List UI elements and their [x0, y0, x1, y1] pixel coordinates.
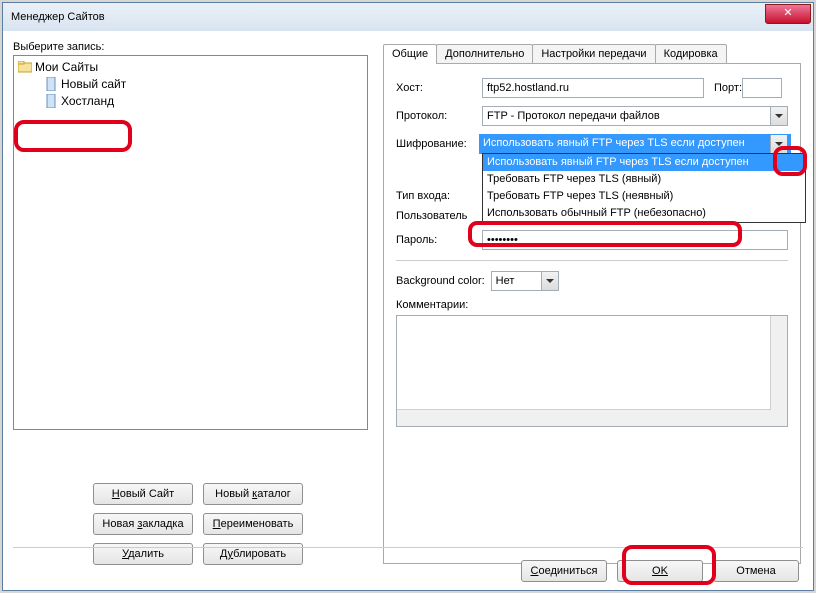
- user-label: Пользователь: [396, 210, 482, 222]
- scrollbar-horizontal[interactable]: [397, 409, 771, 426]
- bgcolor-select[interactable]: Нет: [491, 271, 559, 291]
- dropdown-arrow-icon[interactable]: [770, 107, 787, 125]
- logon-label: Тип входа:: [396, 190, 482, 202]
- site-buttons: Новый Сайт Новый каталог Новая закладка …: [93, 483, 303, 565]
- tree-root-label: Мои Сайты: [35, 60, 98, 74]
- new-site-label: овый Сайт: [120, 488, 174, 500]
- encryption-value: Использовать явный FTP через TLS если до…: [479, 134, 791, 154]
- encryption-option[interactable]: Использовать явный FTP через TLS если до…: [483, 154, 805, 171]
- close-button[interactable]: ✕: [765, 4, 811, 24]
- connect-button[interactable]: Соединиться: [521, 560, 607, 582]
- tab-charset[interactable]: Кодировка: [655, 44, 727, 63]
- row-protocol: Протокол: FTP - Протокол передачи файлов: [396, 106, 788, 126]
- select-entry-label: Выберите запись:: [13, 41, 373, 53]
- host-label: Хост:: [396, 82, 482, 94]
- protocol-label: Протокол:: [396, 110, 482, 122]
- port-input[interactable]: [742, 78, 782, 98]
- tree-item-new-site[interactable]: Новый сайт: [14, 75, 367, 92]
- password-input[interactable]: [482, 230, 788, 250]
- tree-item-hostland[interactable]: Хостланд: [14, 92, 367, 109]
- footer-divider: [13, 547, 803, 548]
- folder-icon: [18, 60, 32, 74]
- tab-body-general: Хост: Порт: Протокол: FTP - Протокол пер…: [383, 64, 801, 564]
- tab-transfer[interactable]: Настройки передачи: [532, 44, 655, 63]
- window-title: Менеджер Сайтов: [3, 11, 105, 23]
- row-comments: Комментарии:: [396, 299, 788, 427]
- tab-general[interactable]: Общие: [383, 44, 437, 64]
- site-tree[interactable]: Мои Сайты Новый сайт Хостланд: [13, 55, 368, 430]
- comments-label: Комментарии:: [396, 299, 468, 311]
- ok-button[interactable]: OK: [617, 560, 703, 582]
- new-site-button[interactable]: Новый Сайт: [93, 483, 193, 505]
- row-bgcolor: Background color: Нет: [396, 271, 788, 291]
- row-encryption: Шифрование: Использовать явный FTP через…: [396, 134, 788, 154]
- cancel-button[interactable]: Отмена: [713, 560, 799, 582]
- password-label: Пароль:: [396, 234, 482, 246]
- protocol-select[interactable]: FTP - Протокол передачи файлов: [482, 106, 788, 126]
- new-bookmark-button[interactable]: Новая закладка: [93, 513, 193, 535]
- encryption-select[interactable]: Использовать явный FTP через TLS если до…: [482, 134, 788, 154]
- dropdown-arrow-icon[interactable]: [770, 135, 787, 153]
- tree-item-label: Новый сайт: [61, 77, 126, 91]
- left-pane: Выберите запись: Мои Сайты Новый сайт: [13, 41, 373, 430]
- bgcolor-value: Нет: [496, 275, 515, 287]
- divider: [396, 260, 788, 261]
- new-folder-button[interactable]: Новый каталог: [203, 483, 303, 505]
- encryption-option[interactable]: Требовать FTP через TLS (неявный): [483, 188, 805, 205]
- row-password: Пароль:: [396, 230, 788, 250]
- titlebar[interactable]: Менеджер Сайтов ✕: [3, 3, 813, 32]
- dropdown-arrow-icon[interactable]: [541, 272, 558, 290]
- server-icon: [44, 94, 58, 108]
- rename-button[interactable]: Переименовать: [203, 513, 303, 535]
- port-label: Порт:: [714, 82, 742, 94]
- footer-buttons: Соединиться OK Отмена: [521, 560, 799, 582]
- tab-advanced[interactable]: Дополнительно: [436, 44, 533, 63]
- bgcolor-label: Background color:: [396, 275, 485, 287]
- encryption-label: Шифрование:: [396, 138, 482, 150]
- host-input[interactable]: [482, 78, 704, 98]
- tree-item-label: Хостланд: [61, 94, 114, 108]
- server-icon: [44, 77, 58, 91]
- tab-bar: Общие Дополнительно Настройки передачи К…: [383, 41, 801, 64]
- row-host: Хост: Порт:: [396, 78, 788, 98]
- right-pane: Общие Дополнительно Настройки передачи К…: [383, 41, 801, 564]
- comments-textarea[interactable]: [396, 315, 788, 427]
- tree-root[interactable]: Мои Сайты: [14, 58, 367, 75]
- encryption-dropdown[interactable]: Использовать явный FTP через TLS если до…: [482, 153, 806, 223]
- protocol-value: FTP - Протокол передачи файлов: [487, 110, 660, 122]
- scrollbar-vertical[interactable]: [770, 316, 787, 426]
- encryption-option[interactable]: Требовать FTP через TLS (явный): [483, 171, 805, 188]
- encryption-option[interactable]: Использовать обычный FTP (небезопасно): [483, 205, 805, 222]
- site-manager-window: Менеджер Сайтов ✕ Выберите запись: Мои С…: [2, 2, 814, 591]
- content-area: Выберите запись: Мои Сайты Новый сайт: [3, 31, 813, 590]
